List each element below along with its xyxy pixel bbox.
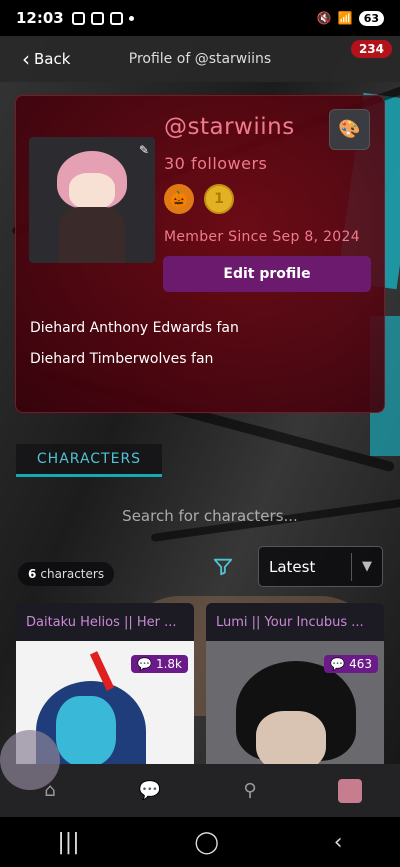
character-card[interactable]: Lumi || Your Incubus ... 💬 463 xyxy=(206,603,384,773)
profile-avatar-icon[interactable] xyxy=(337,778,363,804)
status-time: 12:03 xyxy=(16,9,64,27)
bio-line: Diehard Anthony Edwards fan xyxy=(30,320,239,336)
status-bar: 12:03 🔇 📶 63 xyxy=(0,0,400,36)
character-count: 6 characters xyxy=(18,562,115,586)
member-since: Member Since Sep 8, 2024 xyxy=(164,229,360,245)
avatar[interactable]: ✎ xyxy=(29,137,155,263)
chat-count: 463 xyxy=(349,657,372,671)
instagram-icon xyxy=(90,11,104,25)
notification-icons xyxy=(71,11,134,25)
more-notifications-icon xyxy=(128,15,134,21)
notification-badge[interactable]: 234 xyxy=(350,40,392,58)
tab-characters[interactable]: CHARACTERS xyxy=(16,444,162,477)
count-label: characters xyxy=(40,567,105,581)
bottom-navigation: ⌂ 💬 ⚲ xyxy=(0,764,400,817)
recent-apps-icon[interactable]: ||| xyxy=(57,830,79,855)
chat-count-badge: 💬 1.8k xyxy=(131,655,188,673)
discord-icon xyxy=(109,11,123,25)
edit-profile-button[interactable]: Edit profile xyxy=(163,256,371,292)
filter-icon[interactable] xyxy=(212,556,234,578)
chat-count-badge: 💬 463 xyxy=(324,655,378,673)
search-input[interactable] xyxy=(100,503,320,529)
floating-chat-bubble[interactable] xyxy=(0,730,60,790)
username: @starwiins xyxy=(164,114,295,140)
chat-icon: 💬 xyxy=(330,657,346,671)
character-name: Lumi || Your Incubus ... xyxy=(216,614,364,630)
back-label: Back xyxy=(34,50,71,68)
mute-icon: 🔇 xyxy=(316,11,332,25)
top-header: ‹ Back Profile of @starwiins 234 xyxy=(0,36,400,82)
battery-icon: 63 xyxy=(358,10,384,26)
wifi-icon: 📶 xyxy=(337,11,353,25)
bio-line: Diehard Timberwolves fan xyxy=(30,351,214,367)
palette-icon: 🎨 xyxy=(338,119,361,140)
system-navigation-bar: ||| ◯ ‹ xyxy=(0,817,400,867)
pencil-icon[interactable]: ✎ xyxy=(139,143,149,157)
chat-count: 1.8k xyxy=(155,657,182,671)
followers-count[interactable]: 30 followers xyxy=(164,154,267,173)
home-button-icon[interactable]: ◯ xyxy=(194,830,219,855)
sort-dropdown[interactable]: Latest ▼ xyxy=(258,546,383,587)
chevron-left-icon: ‹ xyxy=(22,47,30,71)
sort-value: Latest xyxy=(269,557,316,576)
badge-list: 🎃 1 xyxy=(164,184,234,214)
pumpkin-badge-icon[interactable]: 🎃 xyxy=(164,184,194,214)
back-nav-icon[interactable]: ‹ xyxy=(334,830,343,855)
app-notification-icon xyxy=(71,11,85,25)
coin-badge-icon[interactable]: 1 xyxy=(204,184,234,214)
character-name: Daitaku Helios || Her ... xyxy=(26,614,177,630)
theme-palette-button[interactable]: 🎨 xyxy=(329,109,370,150)
count-value: 6 xyxy=(28,567,37,581)
chat-icon: 💬 xyxy=(137,657,152,671)
search-icon[interactable]: ⚲ xyxy=(237,778,263,804)
chats-icon[interactable]: 💬 xyxy=(137,778,163,804)
chevron-down-icon: ▼ xyxy=(362,559,372,574)
back-button[interactable]: ‹ Back xyxy=(22,49,70,69)
profile-card: ✎ @starwiins 🎨 30 followers 🎃 1 Member S… xyxy=(15,95,385,413)
